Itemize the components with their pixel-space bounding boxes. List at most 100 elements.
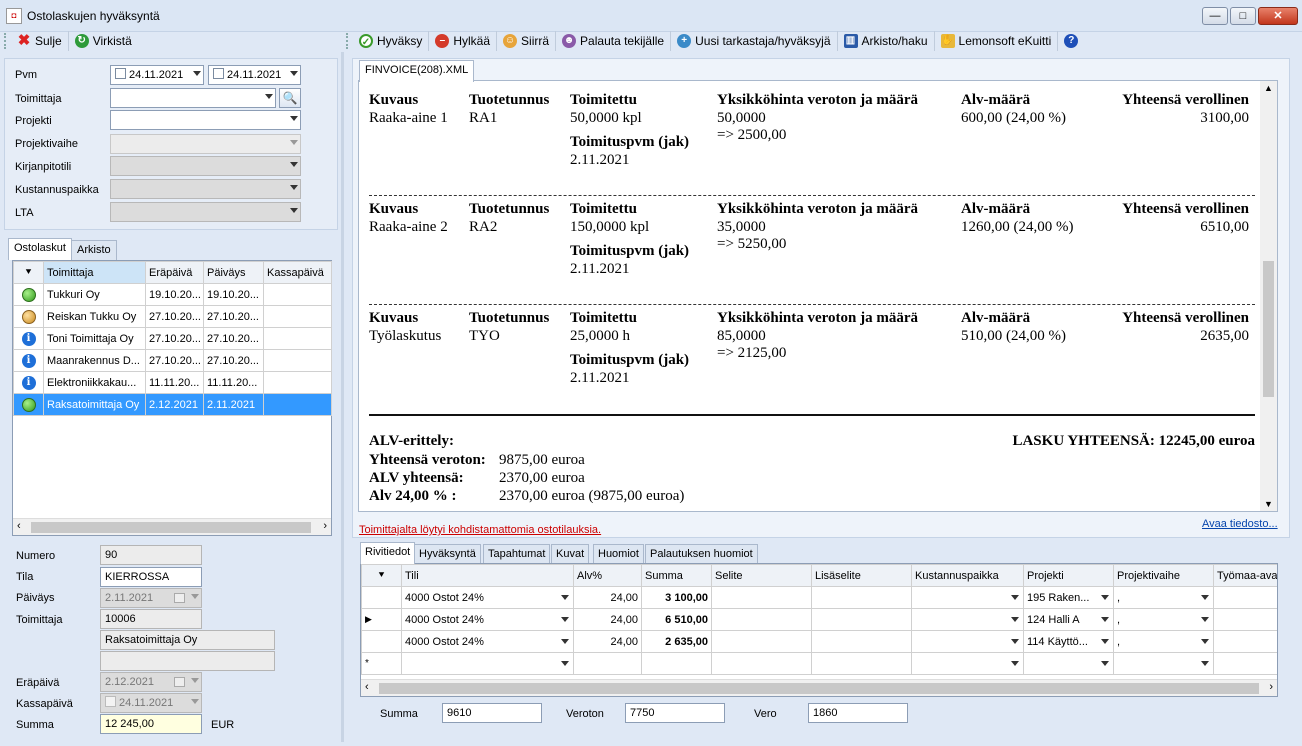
table-row[interactable]: 4000 Ostot 24% 24,00 2 635,00 114 Käyttö…: [361, 630, 1277, 653]
unmatched-orders-link[interactable]: Toimittajalta löytyi kohdistamattomia os…: [359, 524, 601, 536]
table-row[interactable]: i Elektroniikkakau... 11.11.20... 11.11.…: [13, 371, 332, 394]
cash-checkbox[interactable]: [105, 696, 116, 707]
tab-kuvat[interactable]: Kuvat: [551, 544, 590, 564]
totals-tax-field[interactable]: 1860: [808, 703, 908, 723]
column-header-due[interactable]: Eräpäivä: [145, 261, 204, 284]
rows-grid-hscrollbar[interactable]: ‹ ›: [361, 679, 1277, 696]
column-header-date[interactable]: Päiväys: [203, 261, 264, 284]
project-phase-cell[interactable]: ,: [1113, 630, 1214, 653]
vat-cell[interactable]: 24,00: [573, 586, 642, 609]
description-cell[interactable]: [711, 652, 812, 675]
scroll-right-icon[interactable]: ›: [323, 520, 327, 532]
sum-field[interactable]: 12 245,00: [100, 714, 202, 734]
archive-button[interactable]: ▥ Arkisto/haku: [838, 31, 935, 51]
supplier-select[interactable]: [110, 88, 276, 108]
vat-cell[interactable]: 24,00: [573, 630, 642, 653]
description-cell[interactable]: [711, 586, 812, 609]
account-select[interactable]: [110, 156, 301, 176]
totals-excl-field[interactable]: 7750: [625, 703, 725, 723]
new-reviewer-button[interactable]: + Uusi tarkastaja/hyväksyjä: [671, 31, 838, 51]
table-row[interactable]: Tukkuri Oy 19.10.20... 19.10.20...: [13, 283, 332, 306]
column-header-description[interactable]: Selite: [711, 564, 812, 587]
column-header-cost-center[interactable]: Kustannuspaikka: [911, 564, 1024, 587]
cost-center-cell[interactable]: [911, 586, 1024, 609]
project-select[interactable]: [110, 110, 301, 130]
vat-cell[interactable]: 24,00: [573, 608, 642, 631]
account-cell[interactable]: [401, 652, 574, 675]
extra-description-cell[interactable]: [811, 630, 912, 653]
date-from-checkbox[interactable]: [115, 68, 126, 79]
table-row-current[interactable]: ▶ 4000 Ostot 24% 24,00 6 510,00 124 Hall…: [361, 608, 1277, 631]
cost-center-cell[interactable]: [911, 608, 1024, 631]
project-cell[interactable]: 124 Halli A: [1023, 608, 1114, 631]
cost-center-select[interactable]: [110, 179, 301, 199]
tab-palautuksen-huomiot[interactable]: Palautuksen huomiot: [645, 544, 758, 564]
column-header-supplier[interactable]: Toimittaja: [43, 261, 146, 284]
scroll-thumb[interactable]: [379, 683, 1259, 694]
sum-cell[interactable]: 2 635,00: [641, 630, 712, 653]
cost-center-cell[interactable]: [911, 630, 1024, 653]
totals-sum-field[interactable]: 9610: [442, 703, 542, 723]
scroll-thumb[interactable]: [31, 522, 311, 533]
open-file-link[interactable]: Avaa tiedosto...: [1202, 518, 1278, 530]
sum-cell[interactable]: 3 100,00: [641, 586, 712, 609]
scroll-thumb[interactable]: [1263, 261, 1274, 397]
description-cell[interactable]: [711, 608, 812, 631]
date-to-picker[interactable]: 24.11.2021: [208, 65, 301, 85]
account-cell[interactable]: 4000 Ostot 24%: [401, 586, 574, 609]
worksite-cell[interactable]: [1213, 608, 1277, 631]
project-phase-select[interactable]: [110, 134, 301, 154]
column-header-worksite[interactable]: Työmaa-ava: [1213, 564, 1277, 587]
vat-cell[interactable]: [573, 652, 642, 675]
refresh-button[interactable]: ↻ Virkistä: [69, 31, 138, 51]
extra-description-cell[interactable]: [811, 608, 912, 631]
sum-cell[interactable]: [641, 652, 712, 675]
extra-description-cell[interactable]: [811, 652, 912, 675]
account-cell[interactable]: 4000 Ostot 24%: [401, 630, 574, 653]
account-cell[interactable]: 4000 Ostot 24%: [401, 608, 574, 631]
column-header-project[interactable]: Projekti: [1023, 564, 1114, 587]
calendar-icon[interactable]: [174, 593, 185, 603]
tab-tapahtumat[interactable]: Tapahtumat: [483, 544, 551, 564]
move-button[interactable]: ☺ Siirrä: [497, 31, 557, 51]
date-from-picker[interactable]: 24.11.2021: [110, 65, 204, 85]
close-button[interactable]: ✖ Sulje: [11, 31, 69, 51]
sum-cell[interactable]: 6 510,00: [641, 608, 712, 631]
tab-ostolaskut[interactable]: Ostolaskut: [8, 238, 72, 260]
table-row-new[interactable]: *: [361, 652, 1277, 675]
scroll-left-icon[interactable]: ‹: [17, 520, 21, 532]
ekuitti-button[interactable]: ✋ Lemonsoft eKuitti: [935, 31, 1059, 51]
column-header-sum[interactable]: Summa: [641, 564, 712, 587]
scroll-right-icon[interactable]: ›: [1269, 681, 1273, 693]
column-header-account[interactable]: Tili: [401, 564, 574, 587]
project-phase-cell[interactable]: [1113, 652, 1214, 675]
reject-button[interactable]: – Hylkää: [429, 31, 498, 51]
due-field[interactable]: 2.12.2021: [100, 672, 202, 692]
scroll-up-icon[interactable]: ▲: [1264, 83, 1273, 93]
extra-description-cell[interactable]: [811, 586, 912, 609]
tab-hyvaksynta[interactable]: Hyväksyntä: [414, 544, 481, 564]
document-vscrollbar[interactable]: ▲ ▼: [1260, 81, 1277, 511]
tab-huomiot[interactable]: Huomiot: [593, 544, 644, 564]
close-window-button[interactable]: ✕: [1258, 7, 1298, 25]
project-cell[interactable]: [1023, 652, 1114, 675]
table-row[interactable]: 4000 Ostot 24% 24,00 3 100,00 195 Raken.…: [361, 586, 1277, 609]
date-field[interactable]: 2.11.2021: [100, 588, 202, 608]
description-cell[interactable]: [711, 630, 812, 653]
project-phase-cell[interactable]: ,: [1113, 608, 1214, 631]
scroll-down-icon[interactable]: ▼: [1264, 499, 1273, 509]
column-header-extra-description[interactable]: Lisäselite: [811, 564, 912, 587]
approve-button[interactable]: ✓ Hyväksy: [353, 31, 430, 51]
worksite-cell[interactable]: [1213, 652, 1277, 675]
worksite-cell[interactable]: [1213, 630, 1277, 653]
maximize-button[interactable]: □: [1230, 7, 1256, 25]
tab-arkisto[interactable]: Arkisto: [71, 240, 117, 260]
project-phase-cell[interactable]: ,: [1113, 586, 1214, 609]
sort-filter-icon[interactable]: ⯆: [361, 564, 402, 587]
invoice-list-hscrollbar[interactable]: ‹ ›: [13, 518, 331, 535]
project-cell[interactable]: 114 Käyttö...: [1023, 630, 1114, 653]
minimize-button[interactable]: —: [1202, 7, 1228, 25]
column-header-vat[interactable]: Alv%: [573, 564, 642, 587]
calendar-icon[interactable]: [174, 677, 185, 687]
panel-splitter[interactable]: [341, 52, 344, 742]
